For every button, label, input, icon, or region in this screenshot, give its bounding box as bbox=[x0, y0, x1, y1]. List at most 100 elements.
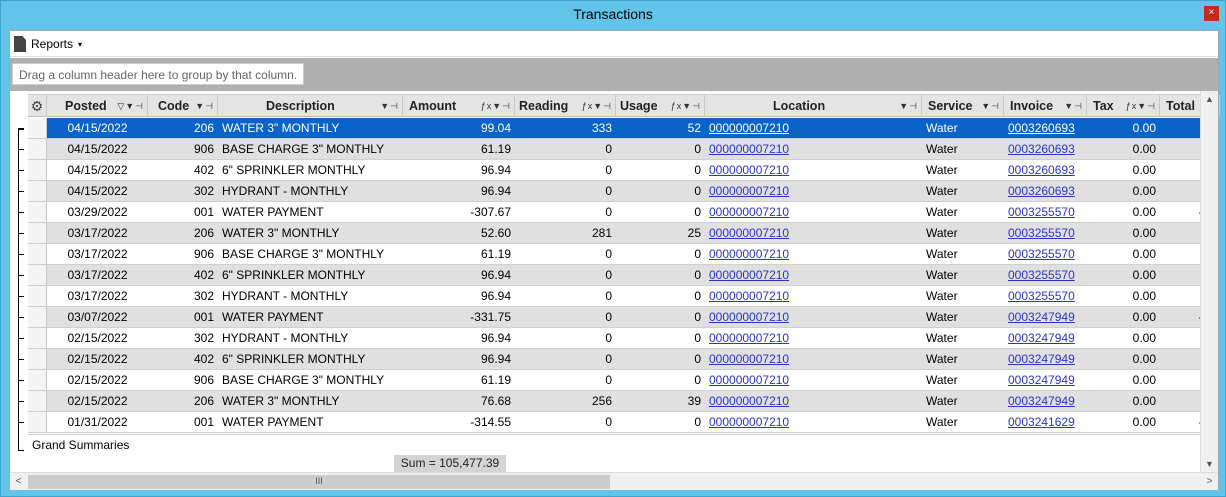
filter-pin-icon[interactable]: ƒx▼⊣ bbox=[481, 95, 511, 117]
title-bar[interactable]: Transactions × bbox=[1, 1, 1225, 29]
filter-pin-icon[interactable]: ▽▼⊣ bbox=[117, 95, 144, 117]
scroll-left-button[interactable]: < bbox=[10, 473, 27, 490]
scroll-up-button[interactable]: ▲ bbox=[1201, 91, 1218, 108]
scroll-right-button[interactable]: > bbox=[1201, 473, 1218, 490]
row-selector[interactable] bbox=[28, 307, 47, 327]
location-link[interactable]: 000000007210 bbox=[709, 184, 789, 198]
table-row[interactable]: 02/15/2022 906 BASE CHARGE 3" MONTHLY 61.19… bbox=[28, 370, 1200, 391]
location-link[interactable]: 000000007210 bbox=[709, 163, 789, 177]
table-row[interactable]: 03/17/2022 906 BASE CHARGE 3" MONTHLY 61.19… bbox=[28, 244, 1200, 265]
invoice-link[interactable]: 0003247949 bbox=[1008, 331, 1075, 345]
table-row[interactable]: 02/15/2022 402 6" SPRINKLER MONTHLY 96.94 0 0… bbox=[28, 349, 1200, 370]
column-header-tax[interactable]: Tax ƒx▼⊣ bbox=[1087, 95, 1160, 117]
location-link[interactable]: 000000007210 bbox=[709, 205, 789, 219]
column-header-invoice[interactable]: Invoice ▼⊣ bbox=[1004, 95, 1087, 117]
location-link[interactable]: 000000007210 bbox=[709, 121, 789, 135]
row-selector[interactable] bbox=[28, 370, 47, 390]
table-row[interactable]: 03/17/2022 206 WATER 3" MONTHLY 52.60 281 25 0… bbox=[28, 223, 1200, 244]
filter-pin-icon[interactable]: ▼⊣ bbox=[380, 95, 399, 117]
invoice-link[interactable]: 0003247949 bbox=[1008, 352, 1075, 366]
vertical-scrollbar[interactable]: ▲ ▼ bbox=[1200, 91, 1218, 473]
table-row[interactable]: 03/17/2022 302 HYDRANT - MONTHLY 96.94 0 0 000… bbox=[28, 286, 1200, 307]
cell-posted: 04/15/2022 bbox=[67, 184, 128, 198]
invoice-link[interactable]: 0003247949 bbox=[1008, 373, 1075, 387]
invoice-link[interactable]: 0003255570 bbox=[1008, 268, 1075, 282]
filter-pin-icon[interactable]: ▼⊣ bbox=[981, 95, 1000, 117]
filter-pin-icon[interactable]: ▼⊣ bbox=[1064, 95, 1083, 117]
column-header-usage[interactable]: Usage ƒx▼⊣ bbox=[616, 95, 705, 117]
invoice-link[interactable]: 0003247949 bbox=[1008, 394, 1075, 408]
location-link[interactable]: 000000007210 bbox=[709, 394, 789, 408]
row-selector[interactable] bbox=[28, 244, 47, 264]
row-selector[interactable] bbox=[28, 202, 47, 222]
invoice-link[interactable]: 0003247949 bbox=[1008, 310, 1075, 324]
invoice-link[interactable]: 0003260693 bbox=[1008, 142, 1075, 156]
column-header-code[interactable]: Code ▼⊣ bbox=[148, 95, 218, 117]
cell-usage: 0 bbox=[694, 331, 701, 345]
table-row[interactable]: 02/15/2022 206 WATER 3" MONTHLY 76.68 256 39 0… bbox=[28, 391, 1200, 412]
invoice-link[interactable]: 0003255570 bbox=[1008, 247, 1075, 261]
table-row[interactable]: 03/17/2022 402 6" SPRINKLER MONTHLY 96.94 0 0… bbox=[28, 265, 1200, 286]
filter-pin-icon[interactable]: ƒx▼⊣ bbox=[671, 95, 701, 117]
table-row[interactable]: 04/15/2022 206 WATER 3" MONTHLY 99.04 333 52 0… bbox=[28, 118, 1200, 139]
row-selector[interactable] bbox=[28, 286, 47, 306]
horizontal-scrollbar[interactable]: < III > bbox=[10, 472, 1218, 490]
location-link[interactable]: 000000007210 bbox=[709, 226, 789, 240]
row-selector[interactable] bbox=[28, 412, 47, 432]
location-link[interactable]: 000000007210 bbox=[709, 331, 789, 345]
column-header-reading[interactable]: Reading ƒx▼⊣ bbox=[515, 95, 616, 117]
table-row[interactable]: 03/07/2022 001 WATER PAYMENT -331.75 0 0 00000… bbox=[28, 307, 1200, 328]
location-link[interactable]: 000000007210 bbox=[709, 373, 789, 387]
table-row[interactable]: 04/15/2022 402 6" SPRINKLER MONTHLY 96.94 0 0… bbox=[28, 160, 1200, 181]
row-selector[interactable] bbox=[28, 223, 47, 243]
column-header-posted[interactable]: Posted ▽▼⊣ bbox=[47, 95, 148, 117]
row-selector[interactable] bbox=[28, 181, 47, 201]
table-row[interactable]: 02/15/2022 302 HYDRANT - MONTHLY 96.94 0 0 000… bbox=[28, 328, 1200, 349]
table-row[interactable]: 03/29/2022 001 WATER PAYMENT -307.67 0 0 00000… bbox=[28, 202, 1200, 223]
cell-reading: 0 bbox=[605, 142, 612, 156]
column-header-amount[interactable]: Amount ƒx▼⊣ bbox=[403, 95, 515, 117]
cell-service: Water bbox=[926, 226, 958, 240]
invoice-link[interactable]: 0003260693 bbox=[1008, 163, 1075, 177]
location-link[interactable]: 000000007210 bbox=[709, 289, 789, 303]
location-link[interactable]: 000000007210 bbox=[709, 268, 789, 282]
row-selector[interactable] bbox=[28, 265, 47, 285]
row-selector[interactable] bbox=[28, 328, 47, 348]
invoice-link[interactable]: 0003255570 bbox=[1008, 289, 1075, 303]
table-row[interactable]: 04/15/2022 906 BASE CHARGE 3" MONTHLY 61.19… bbox=[28, 139, 1200, 160]
reports-menu-button[interactable]: Reports ▾ bbox=[14, 34, 82, 54]
location-link[interactable]: 000000007210 bbox=[709, 247, 789, 261]
filter-pin-icon[interactable]: ƒx▼⊣ bbox=[1126, 95, 1156, 117]
scroll-down-button[interactable]: ▼ bbox=[1201, 456, 1218, 473]
invoice-link[interactable]: 0003241629 bbox=[1008, 415, 1075, 429]
close-button[interactable]: × bbox=[1204, 6, 1219, 21]
row-selector[interactable] bbox=[28, 391, 47, 411]
group-by-panel[interactable]: Drag a column header here to group by th… bbox=[10, 58, 1218, 91]
table-row[interactable]: 04/15/2022 302 HYDRANT - MONTHLY 96.94 0 0 000… bbox=[28, 181, 1200, 202]
invoice-link[interactable]: 0003255570 bbox=[1008, 226, 1075, 240]
invoice-link[interactable]: 0003260693 bbox=[1008, 121, 1075, 135]
filter-pin-icon[interactable]: ƒx▼⊣ bbox=[582, 95, 612, 117]
row-selector[interactable] bbox=[28, 139, 47, 159]
location-link[interactable]: 000000007210 bbox=[709, 415, 789, 429]
location-link[interactable]: 000000007210 bbox=[709, 142, 789, 156]
gear-icon[interactable]: ⚙ bbox=[28, 95, 47, 117]
tree-connector bbox=[18, 359, 24, 360]
row-selector[interactable] bbox=[28, 118, 47, 138]
row-selector[interactable] bbox=[28, 349, 47, 369]
cell-usage: 0 bbox=[694, 415, 701, 429]
invoice-link[interactable]: 0003260693 bbox=[1008, 184, 1075, 198]
table-row[interactable]: 01/31/2022 001 WATER PAYMENT -314.55 0 0 00000… bbox=[28, 412, 1200, 433]
cell-reading: 0 bbox=[605, 310, 612, 324]
column-header-description[interactable]: Description ▼⊣ bbox=[218, 95, 403, 117]
filter-pin-icon[interactable]: ▼⊣ bbox=[899, 95, 918, 117]
column-header-service[interactable]: Service ▼⊣ bbox=[922, 95, 1004, 117]
horizontal-scroll-thumb[interactable]: III bbox=[28, 475, 610, 489]
location-link[interactable]: 000000007210 bbox=[709, 310, 789, 324]
location-link[interactable]: 000000007210 bbox=[709, 352, 789, 366]
filter-pin-icon[interactable]: ▼⊣ bbox=[195, 95, 214, 117]
invoice-link[interactable]: 0003255570 bbox=[1008, 205, 1075, 219]
cell-total: -33 bbox=[1164, 307, 1200, 327]
row-selector[interactable] bbox=[28, 160, 47, 180]
column-header-location[interactable]: Location ▼⊣ bbox=[705, 95, 922, 117]
